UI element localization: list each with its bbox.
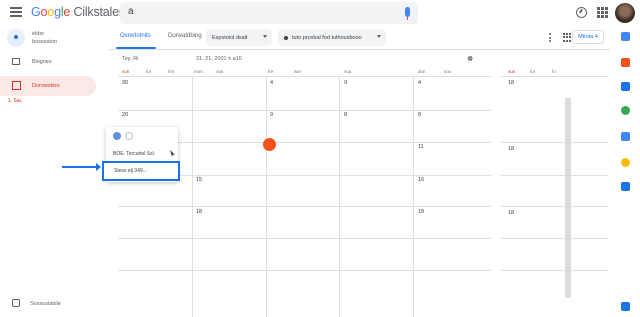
keep-app-icon[interactable] [621,58,630,67]
day-number[interactable]: 8 [418,112,421,118]
hamburger-menu-icon[interactable] [10,7,22,17]
day-number[interactable]: 16 [418,177,424,183]
day-number[interactable]: 15 [196,177,202,183]
grid-row-line [118,76,492,77]
highlighted-option-label: Stess elj 349... [114,168,147,174]
grid-col-line [192,76,193,317]
dow-label: wer [294,69,302,74]
divider [500,270,608,271]
calendar-toolbar: Oxrerlotnits Dorwatdbing Expstoiol dsalt… [108,26,610,50]
day-number[interactable]: 4 [418,80,421,86]
top-app-bar: Google Cilkstaler a [0,0,640,26]
grid-row-line [118,238,492,239]
view-grid-icon[interactable] [563,33,572,42]
calendar-header: Tey. Ri 31. 21, 2001 ± a10 ☸ sun fol hrs… [118,52,492,76]
day-number[interactable]: 18 [508,210,514,216]
dow-label: ous [216,69,224,74]
popup-event-title: BOE. Tercurtel Ssl. [113,151,156,157]
sidebar-account[interactable]: elder bosseston [0,26,96,52]
filter-chip-2[interactable]: tuto proxbal fod tuthousbooo [278,29,386,46]
more-options-icon[interactable] [549,33,552,44]
day-number[interactable]: 20 [122,112,128,118]
dow-label: fol [146,69,151,74]
dow-label: soo [444,69,452,74]
day-number[interactable]: 4 [270,80,273,86]
grid-row-line [118,270,492,271]
calendar-settings-icon[interactable]: ☸ [467,55,473,63]
dow-label: hrs [168,69,175,74]
event-marker[interactable] [263,138,276,151]
grid-row-line [118,206,492,207]
divider [500,142,608,143]
guest-avatar [125,132,133,140]
divider [500,206,608,207]
people-icon [284,35,288,40]
chevron-down-icon [377,35,381,38]
day-number[interactable]: 18 [508,80,514,86]
guest-avatar [113,132,121,140]
timer-icon[interactable] [576,7,587,18]
expand-panel-icon[interactable] [621,302,630,311]
grid-col-line [413,76,414,317]
addon-app-icon[interactable] [621,158,630,167]
day-number[interactable]: 18 [508,146,514,152]
day-number[interactable]: 11 [418,144,424,150]
dow-label: fo [552,69,556,74]
grid-col-line [266,76,267,317]
calendar-caption-left: Tey. Ri [122,56,139,62]
contacts-app-icon[interactable] [621,106,630,115]
square-icon [12,81,21,90]
microphone-icon[interactable] [405,7,410,20]
dow-label: fre [268,69,274,74]
divider [500,175,608,176]
settings-icon[interactable] [12,299,20,307]
app-logo[interactable]: Google Cilkstaler [31,5,123,19]
dow-label: mon [194,69,203,74]
divider [500,238,608,239]
dow-label: sun [508,69,516,74]
dow-label: suu [344,69,352,74]
tasks-app-icon[interactable] [621,82,630,91]
chevron-down-icon [263,35,267,38]
sidebar-footer-label[interactable]: Sossosiabile [30,301,61,307]
add-addon-icon[interactable] [621,182,630,191]
highlighted-option[interactable]: Stess elj 349... [102,161,180,181]
sidebar-sub-label: 1. Sai, [8,98,23,104]
divider [500,76,608,77]
calendar-caption-date: 31. 21, 2001 ± a10 [196,56,242,62]
day-number[interactable]: 9 [344,80,347,86]
share-button[interactable]: Mtrsta 4 [572,30,604,44]
calendar-grid: Tey. Ri 31. 21, 2001 ± a10 ☸ sun fol hrs… [118,52,492,317]
mouse-cursor-icon [170,150,175,157]
maps-app-icon[interactable] [621,132,630,141]
filter-chip-1[interactable]: Expstoiol dsalt [206,29,272,46]
sidebar-item-bsignes[interactable]: Bsignes [0,52,96,72]
grid-row-line [118,110,492,111]
scrollbar[interactable] [565,98,571,298]
secondary-calendar: sun fol fo 18 18 18 [500,52,608,317]
dow-label: fol [530,69,535,74]
apps-grid-icon[interactable] [597,7,608,18]
calendar-app-icon[interactable] [621,32,630,41]
dow-label: dun [418,69,426,74]
day-number[interactable]: 9 [270,112,273,118]
right-side-rail [612,26,640,317]
day-number[interactable]: 18 [196,209,202,215]
tab-dashboard[interactable]: Dorwatdbing [168,33,202,39]
account-avatar[interactable] [615,3,635,23]
tab-overview[interactable]: Oxrerlotnits [120,33,151,39]
sidebar-item-dorowsters[interactable]: Dorowsters [0,76,96,96]
search-icon: a [128,6,134,17]
active-tab-indicator [116,47,156,49]
day-number[interactable]: 30 [122,80,128,86]
grid-col-line [339,76,340,317]
document-icon [12,58,20,65]
account-icon [7,29,25,47]
sidebar: elder bosseston Bsignes Dorowsters 1. Sa… [0,26,108,317]
day-number[interactable]: 18 [418,209,424,215]
search-input[interactable]: a [120,2,418,24]
dow-label: sun [122,69,130,74]
day-number[interactable]: 8 [344,112,347,118]
pointer-arrow [62,163,101,171]
